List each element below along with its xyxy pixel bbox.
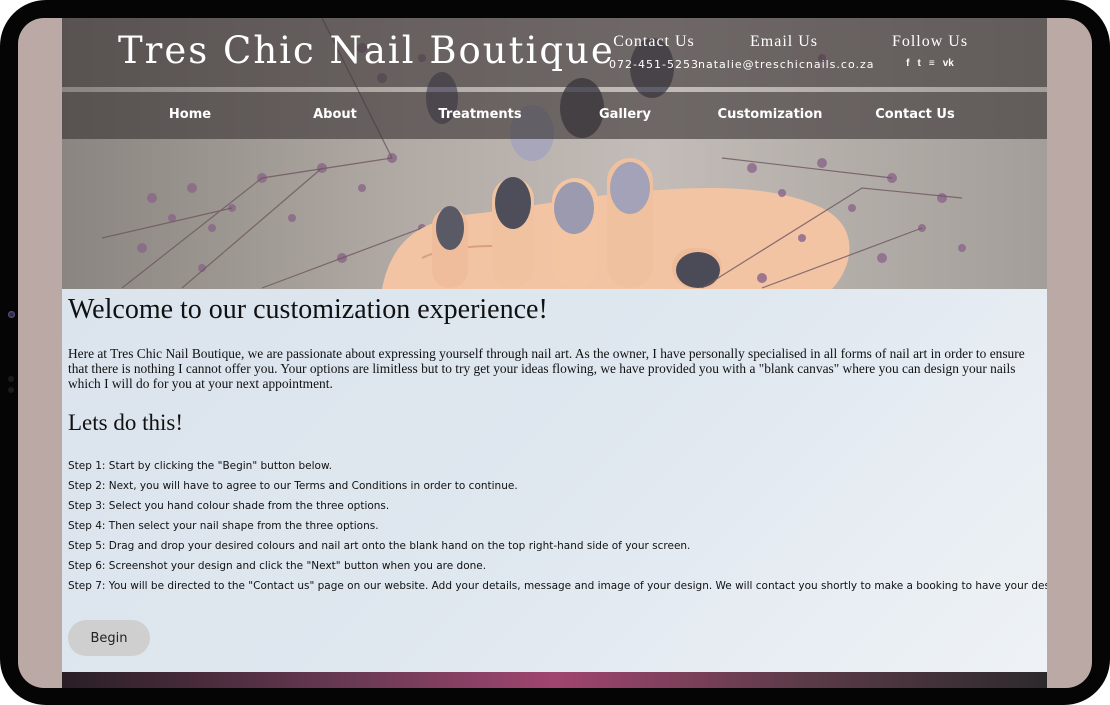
nav-customization[interactable]: Customization: [718, 107, 823, 122]
follow-block: Follow Us f t ≡ vk: [880, 33, 980, 69]
hardware-button: [8, 376, 14, 382]
email-address[interactable]: natalie@treschicnails.co.za: [698, 58, 874, 71]
nav-about[interactable]: About: [313, 107, 357, 122]
contact-block: Contact Us 072-451-5253: [598, 33, 710, 71]
nav-contact-us[interactable]: Contact Us: [875, 107, 954, 122]
intro-paragraph: Here at Tres Chic Nail Boutique, we are …: [68, 346, 1025, 391]
step-item: Step 5: Drag and drop your desired colou…: [68, 540, 691, 552]
screen: Tres Chic Nail Boutique Contact Us 072-4…: [18, 18, 1092, 688]
email-block: Email Us natalie@treschicnails.co.za: [698, 33, 874, 71]
social-links: f t ≡ vk: [880, 58, 980, 69]
step-item: Step 6: Screenshot your design and click…: [68, 560, 487, 572]
header-bar: Tres Chic Nail Boutique Contact Us 072-4…: [62, 18, 1047, 87]
main-content: Welcome to our customization experience!…: [62, 289, 1047, 672]
main-nav: Home About Treatments Gallery Customizat…: [62, 92, 1047, 139]
nav-treatments[interactable]: Treatments: [438, 107, 521, 122]
step-item: Step 1: Start by clicking the "Begin" bu…: [68, 460, 332, 472]
section-subtitle: Lets do this!: [68, 410, 183, 435]
step-item: Step 3: Select you hand colour shade fro…: [68, 500, 390, 512]
phone-number[interactable]: 072-451-5253: [598, 58, 710, 71]
follow-heading: Follow Us: [891, 33, 969, 50]
nav-home[interactable]: Home: [169, 107, 211, 122]
step-item: Step 7: You will be directed to the "Con…: [68, 580, 1047, 592]
camera-icon: [8, 311, 15, 318]
page-title: Welcome to our customization experience!: [68, 294, 548, 325]
rss-icon[interactable]: ≡: [929, 58, 935, 69]
contact-heading: Contact Us: [613, 33, 695, 50]
twitter-icon[interactable]: t: [918, 58, 921, 69]
step-item: Step 2: Next, you will have to agree to …: [68, 480, 518, 492]
step-item: Step 4: Then select your nail shape from…: [68, 520, 379, 532]
brand-title[interactable]: Tres Chic Nail Boutique: [118, 29, 615, 72]
tablet-frame: Tres Chic Nail Boutique Contact Us 072-4…: [0, 0, 1110, 705]
begin-button[interactable]: Begin: [68, 620, 150, 656]
footer-image-strip: [62, 672, 1047, 688]
hero-banner: Tres Chic Nail Boutique Contact Us 072-4…: [62, 18, 1047, 289]
steps-list: Step 1: Start by clicking the "Begin" bu…: [68, 459, 1047, 599]
vk-icon[interactable]: vk: [943, 58, 954, 69]
email-heading: Email Us: [750, 33, 818, 50]
web-page: Tres Chic Nail Boutique Contact Us 072-4…: [62, 18, 1047, 688]
nav-gallery[interactable]: Gallery: [599, 107, 651, 122]
hardware-button: [8, 387, 14, 393]
facebook-icon[interactable]: f: [906, 58, 909, 69]
